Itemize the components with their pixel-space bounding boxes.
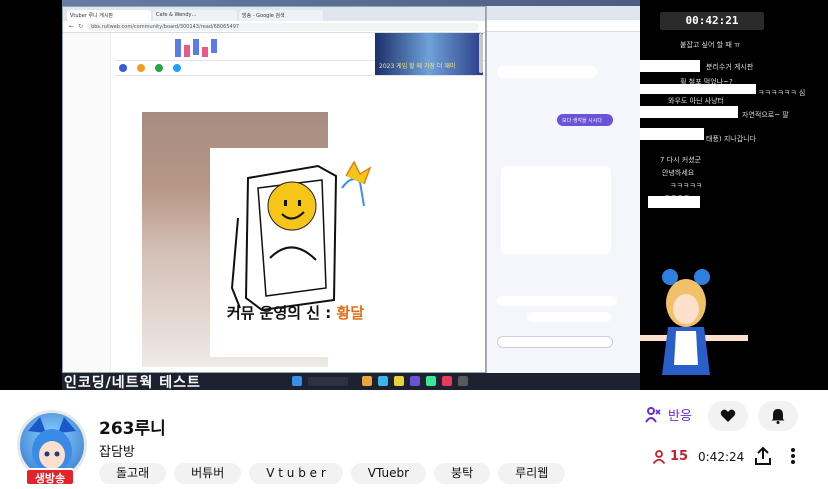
tag-chip[interactable]: 루리웹 <box>498 463 566 484</box>
tag-list: 돌고래 버튜버 V t u b e r VTuebr 붕탁 루리웹 <box>99 463 566 484</box>
chat-message: 자연적으로~ 팔 <box>742 111 789 119</box>
stream-clock: 00:42:21 <box>660 12 764 30</box>
app-icon <box>458 376 468 386</box>
back-icon: ← <box>69 23 75 30</box>
taskbar-search <box>308 377 348 386</box>
notification-button[interactable] <box>758 401 798 431</box>
reaction-icon <box>645 406 661 423</box>
start-icon <box>292 376 302 386</box>
share-button[interactable] <box>754 446 772 466</box>
chat-message: ㅋㅋㅋㅋㅋㅋ 심 <box>758 89 806 97</box>
address-bar: ← ↻ bbs.ruliweb.com/community/board/3001… <box>63 21 485 33</box>
tag-chip[interactable]: VTuebr <box>350 463 427 484</box>
chat-message: 붙잡고 싶어 할 때 ㅠ <box>680 41 741 49</box>
viewer-count: 15 <box>652 449 688 464</box>
redacted-username <box>640 106 738 118</box>
viewer-icon <box>652 449 666 464</box>
vtuber-model <box>640 255 748 375</box>
tag-chip[interactable]: V t u b e r <box>249 463 343 484</box>
app-icon <box>426 376 436 386</box>
stream-subtitle: 인코딩/네트웍 테스트 <box>64 375 201 390</box>
hand-drawn-portrait <box>210 148 381 357</box>
redacted-username <box>648 196 700 208</box>
browser-tab-bar: Vtuber 루니 게시판 Cafe & Wendy… 방송 - Google … <box>63 7 485 21</box>
browser-tab: 방송 - Google 검색 <box>239 10 323 21</box>
chat-message: ㅋㅋㅋㅋㅋ <box>670 182 703 190</box>
ai-chat-button: 보다 생각을 시시다 <box>557 114 613 126</box>
stream-category[interactable]: 잡담방 <box>99 441 135 460</box>
channel-info-bar: 생방송 263루니 잡담방 돌고래 버튜버 V t u b e r VTuebr… <box>0 390 828 489</box>
chrome-icon <box>394 376 404 386</box>
tag-chip[interactable]: 버튜버 <box>174 463 242 484</box>
reaction-button[interactable]: 반응 <box>644 405 692 424</box>
browser-tab: Vtuber 루니 게시판 <box>67 10 151 21</box>
explorer-icon <box>362 376 372 386</box>
live-badge: 생방송 <box>25 468 75 486</box>
share-icon <box>755 446 771 465</box>
reload-icon: ↻ <box>78 23 84 30</box>
app-icon <box>410 376 420 386</box>
video-player[interactable]: Vtuber 루니 게시판 Cafe & Wendy… 방송 - Google … <box>0 0 828 390</box>
more-options-button[interactable] <box>788 446 798 466</box>
browser-tab: Cafe & Wendy… <box>153 10 237 21</box>
chat-message: 와우도 아닌 사냥터 <box>668 97 724 105</box>
channel-name[interactable]: 263루니 <box>99 414 166 439</box>
redacted-username <box>640 84 756 94</box>
tag-chip[interactable]: 붕탁 <box>434 463 491 484</box>
heart-icon <box>720 409 736 422</box>
bell-icon <box>771 409 785 424</box>
url-text: bbs.ruliweb.com/community/board/300143/r… <box>87 22 479 31</box>
chat-message: 분리수거 게시판 <box>706 63 754 71</box>
ad-banner: 2023 게임 할 때 가장 더 재미 <box>375 33 483 75</box>
reaction-label: 반응 <box>668 409 692 424</box>
chat-message: 태풍) 지나갑니다 <box>706 135 757 143</box>
app-icon <box>442 376 452 386</box>
tag-chip[interactable]: 돌고래 <box>99 463 167 484</box>
redacted-username <box>640 128 704 140</box>
redacted-username <box>640 60 700 72</box>
drawing-caption: 커뮤 운영의 신 : 황달 <box>226 304 365 322</box>
like-button[interactable] <box>708 401 748 431</box>
edge-icon <box>378 376 388 386</box>
forum-side-menu <box>63 33 111 372</box>
chat-message: 7 다시 커셨군 <box>660 156 702 164</box>
chat-message: 안녕하세요 <box>662 169 695 177</box>
more-vertical-icon <box>791 448 795 464</box>
page-scrollbar <box>479 33 483 73</box>
ai-chat-window: 보다 생각을 시시다 <box>486 6 640 373</box>
viewer-count-value: 15 <box>670 449 689 464</box>
letterbox-left <box>0 0 62 390</box>
elapsed-time: 0:42:24 <box>698 450 745 464</box>
